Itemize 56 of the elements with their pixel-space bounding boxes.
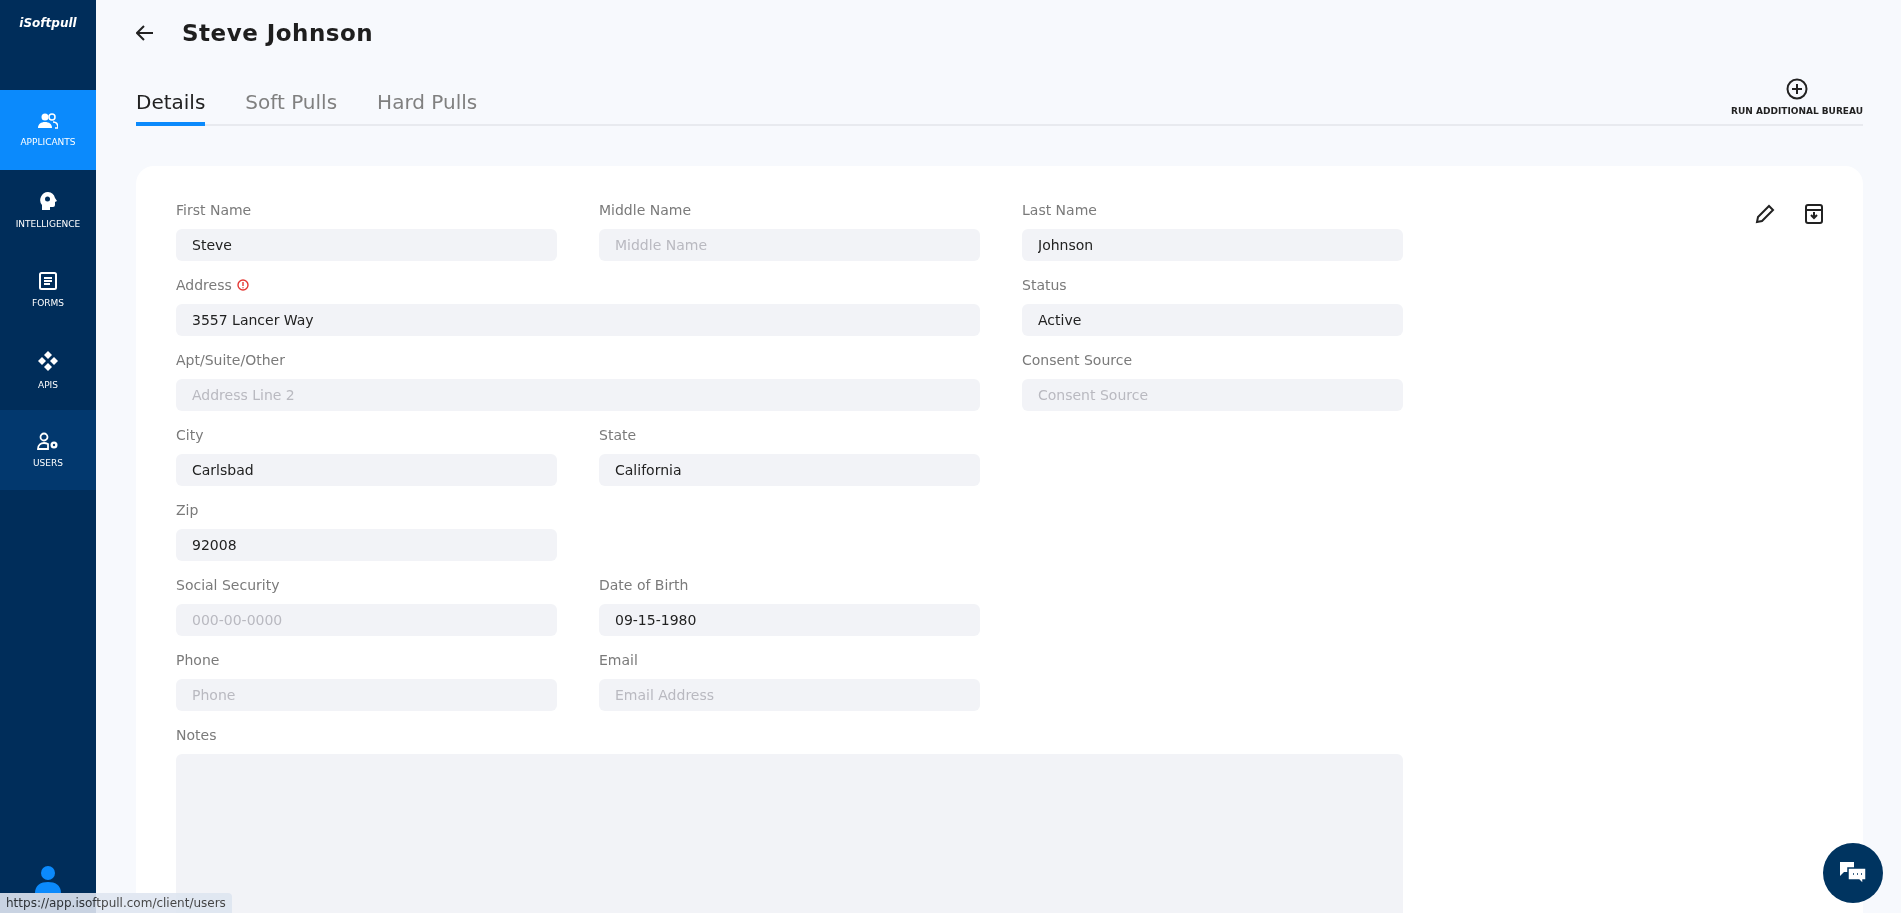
input-field[interactable]: Address Line 2 xyxy=(176,379,980,411)
field-label: Zip xyxy=(176,501,199,518)
input-field[interactable]: Email Address xyxy=(599,679,980,711)
field-label: Social Security xyxy=(176,576,280,593)
sidebar-item-label: APIS xyxy=(38,380,58,390)
user-avatar-icon[interactable] xyxy=(34,865,62,893)
page-title: Steve Johnson xyxy=(182,20,374,46)
browser-status-url: https://app.isoftpull.com/client/users xyxy=(0,893,232,913)
tab[interactable]: Details xyxy=(136,90,206,126)
tab[interactable]: Hard Pulls xyxy=(377,90,478,126)
field-label: Notes xyxy=(176,726,217,743)
tab[interactable]: Soft Pulls xyxy=(245,90,338,126)
field-label: Address xyxy=(176,276,232,293)
sidebar-item[interactable]: APIS xyxy=(0,330,96,410)
sidebar-item-label: FORMS xyxy=(32,298,64,308)
sidebar-item-label: USERS xyxy=(33,458,63,468)
field-label: Last Name xyxy=(1022,201,1097,218)
input-field[interactable]: Johnson xyxy=(1022,229,1403,261)
app-logo: iSoftpull xyxy=(19,16,77,30)
sidebar-item[interactable]: USERS xyxy=(0,410,96,490)
people-icon xyxy=(38,113,58,129)
input-field[interactable]: Steve xyxy=(176,229,557,261)
archive-icon xyxy=(1805,204,1823,224)
plus-circle-icon xyxy=(1786,78,1809,100)
field-label: Middle Name xyxy=(599,201,691,218)
input-field[interactable]: Consent Source xyxy=(1022,379,1403,411)
field-label: State xyxy=(599,426,637,443)
field-label: Status xyxy=(1022,276,1067,293)
back-button[interactable] xyxy=(136,25,154,41)
diamond-nodes-icon xyxy=(37,350,59,372)
sidebar-item[interactable]: INTELLIGENCE xyxy=(0,170,96,250)
pencil-icon xyxy=(1755,204,1775,224)
head-gear-icon xyxy=(39,191,57,211)
field-label: Consent Source xyxy=(1022,351,1133,368)
input-field[interactable]: 92008 xyxy=(176,529,557,561)
field-label: Phone xyxy=(176,651,220,668)
document-icon xyxy=(39,272,57,290)
field-label: Email xyxy=(599,651,638,668)
input-field[interactable]: 09-15-1980 xyxy=(599,604,980,636)
input-field[interactable]: California xyxy=(599,454,980,486)
input-field[interactable]: Phone xyxy=(176,679,557,711)
input-field[interactable]: Carlsbad xyxy=(176,454,557,486)
field-label: Date of Birth xyxy=(599,576,689,593)
sidebar-item-label: INTELLIGENCE xyxy=(15,219,81,229)
sidebar-item-label: APPLICANTS xyxy=(20,137,76,147)
field-label: First Name xyxy=(176,201,252,218)
input-field[interactable]: Active xyxy=(1022,304,1403,336)
input-field[interactable]: 000-00-0000 xyxy=(176,604,557,636)
sidebar-item[interactable]: FORMS xyxy=(0,250,96,330)
field-label: City xyxy=(176,426,204,443)
field-label: Apt/Suite/Other xyxy=(176,351,285,368)
input-field[interactable]: Middle Name xyxy=(599,229,980,261)
run-additional-bureau-button[interactable]: RUN ADDITIONAL BUREAU xyxy=(1731,78,1863,126)
back-arrow-icon xyxy=(136,25,154,41)
user-gear-icon xyxy=(37,432,59,450)
input-field[interactable]: 3557 Lancer Way xyxy=(176,304,980,336)
